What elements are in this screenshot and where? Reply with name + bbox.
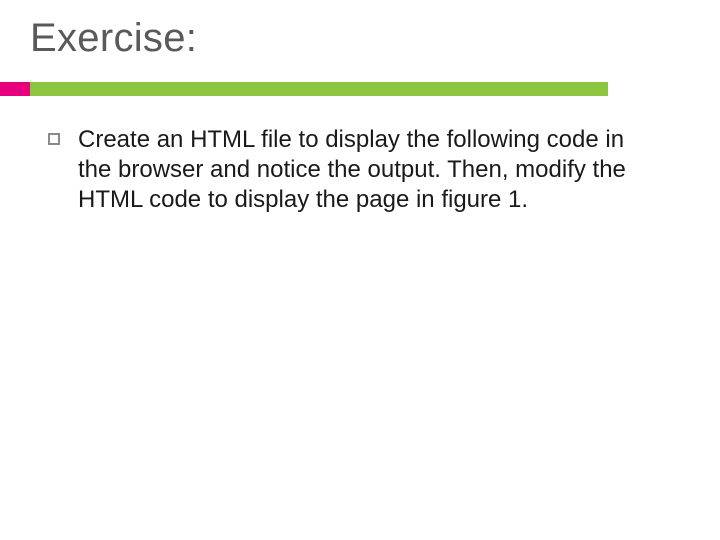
accent-pink-bar <box>0 82 30 96</box>
slide-title: Exercise: <box>30 16 197 61</box>
accent-green-bar <box>30 82 608 96</box>
slide-body: Create an HTML file to display the follo… <box>48 125 660 215</box>
bullet-square-icon <box>48 133 60 145</box>
title-underline <box>0 82 608 96</box>
list-item: Create an HTML file to display the follo… <box>48 125 660 215</box>
bullet-text: Create an HTML file to display the follo… <box>78 125 660 215</box>
slide: Exercise: Create an HTML file to display… <box>0 0 720 540</box>
